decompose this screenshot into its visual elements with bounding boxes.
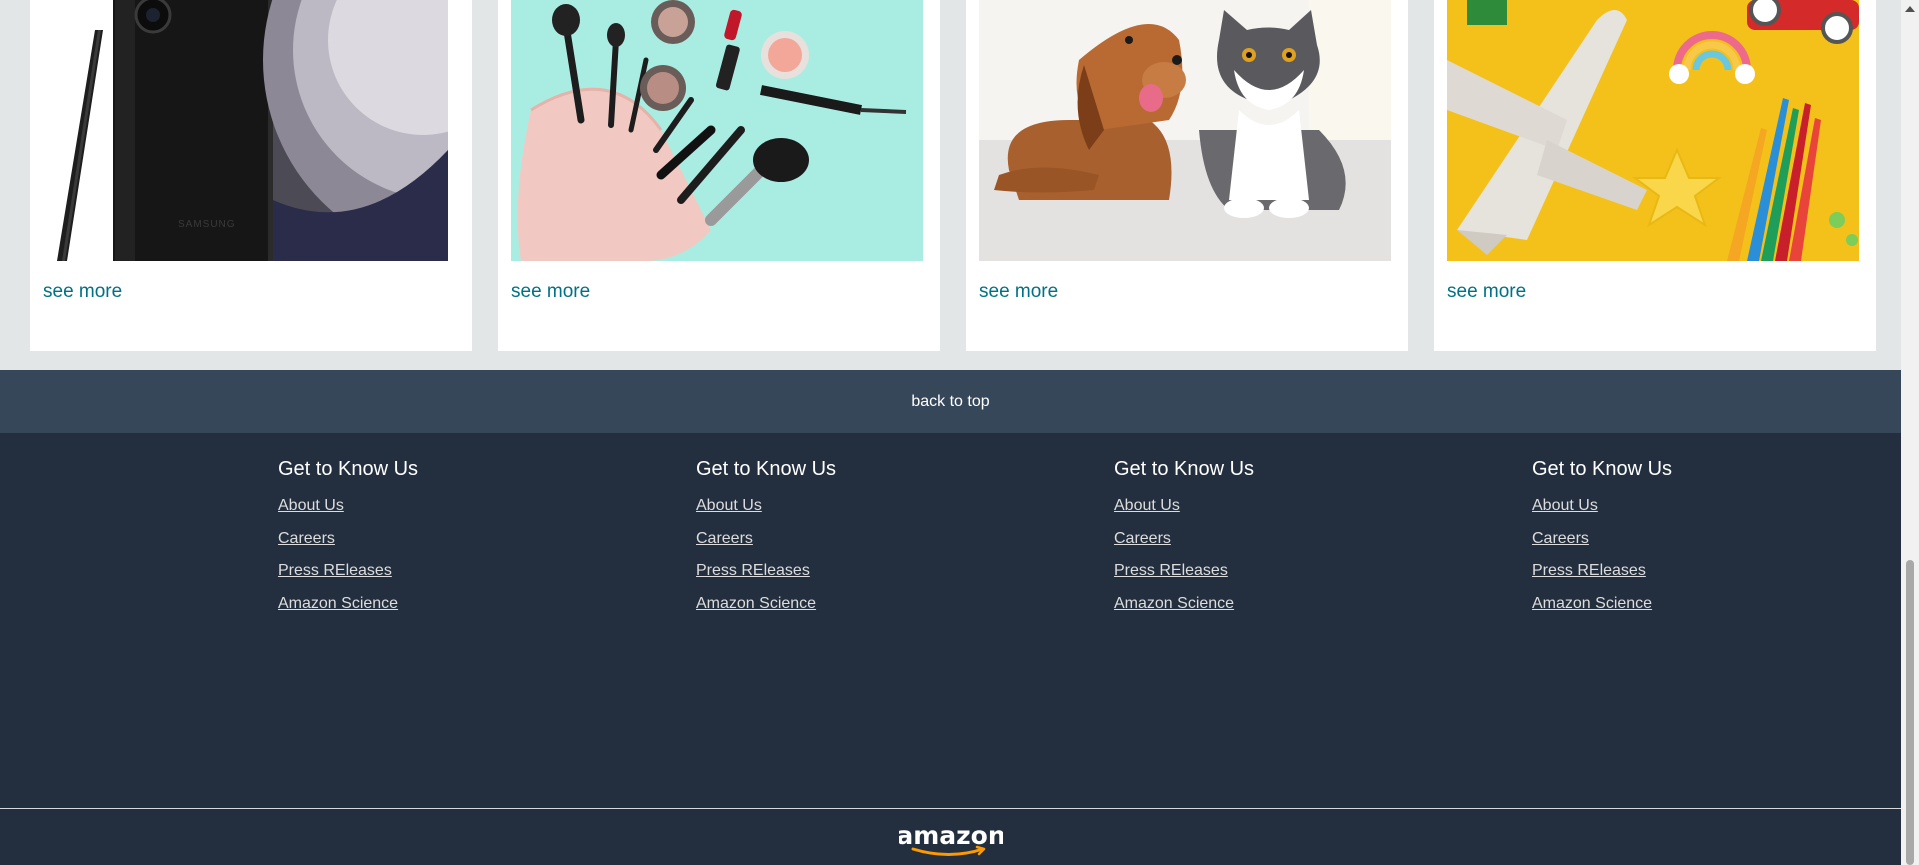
see-more-link[interactable]: see more [43, 281, 122, 303]
footer-link-amazon-science[interactable]: Amazon Science [1532, 588, 1832, 621]
footer-link-amazon-science[interactable]: Amazon Science [696, 588, 996, 621]
footer: Get to Know Us About Us Careers Press RE… [0, 433, 1901, 865]
toys-image [1447, 0, 1859, 261]
see-more-link[interactable]: see more [511, 281, 590, 303]
pets-image [979, 0, 1391, 261]
footer-link-careers[interactable]: Careers [1532, 523, 1832, 556]
footer-link-about-us[interactable]: About Us [278, 490, 578, 523]
product-image-makeup[interactable] [511, 0, 923, 261]
footer-column-heading: Get to Know Us [1532, 458, 1673, 480]
footer-link-press-releases[interactable]: Press REleases [278, 555, 578, 588]
phone-brand-text: SAMSUNG [178, 219, 236, 230]
page-viewport: SAMSUNG see more see more see more see m… [0, 0, 1901, 865]
footer-link-careers[interactable]: Careers [278, 523, 578, 556]
footer-link-careers[interactable]: Careers [1114, 523, 1414, 556]
footer-link-press-releases[interactable]: Press REleases [696, 555, 996, 588]
footer-link-amazon-science[interactable]: Amazon Science [1114, 588, 1414, 621]
footer-column-heading: Get to Know Us [278, 458, 419, 480]
scrollbar-thumb[interactable] [1906, 560, 1914, 865]
product-image-phone[interactable]: SAMSUNG [43, 0, 455, 261]
makeup-image [511, 0, 923, 261]
footer-column: Get to Know Us About Us Careers Press RE… [278, 458, 578, 620]
footer-divider [0, 808, 1901, 809]
vertical-scrollbar[interactable] [1901, 0, 1919, 865]
amazon-logo-text: amazon [899, 821, 1003, 850]
footer-column: Get to Know Us About Us Careers Press RE… [1532, 458, 1832, 620]
footer-link-about-us[interactable]: About Us [1114, 490, 1414, 523]
product-card-pets: see more [966, 0, 1408, 351]
amazon-logo-icon: amazon [896, 821, 1006, 856]
footer-link-careers[interactable]: Careers [696, 523, 996, 556]
footer-link-press-releases[interactable]: Press REleases [1114, 555, 1414, 588]
see-more-link[interactable]: see more [979, 281, 1058, 303]
footer-link-about-us[interactable]: About Us [1532, 490, 1832, 523]
amazon-logo[interactable]: amazon [896, 820, 1006, 858]
product-image-toys[interactable] [1447, 0, 1859, 261]
footer-column: Get to Know Us About Us Careers Press RE… [1114, 458, 1414, 620]
product-card-toys: see more [1434, 0, 1876, 351]
product-card-phone: SAMSUNG see more [30, 0, 472, 351]
footer-link-about-us[interactable]: About Us [696, 490, 996, 523]
footer-column-heading: Get to Know Us [1114, 458, 1255, 480]
product-image-pets[interactable] [979, 0, 1391, 261]
phone-image: SAMSUNG [43, 0, 455, 261]
footer-link-press-releases[interactable]: Press REleases [1532, 555, 1832, 588]
product-card-makeup: see more [498, 0, 940, 351]
footer-column: Get to Know Us About Us Careers Press RE… [696, 458, 996, 620]
scroll-up-arrow-icon[interactable] [1901, 0, 1919, 17]
footer-link-amazon-science[interactable]: Amazon Science [278, 588, 578, 621]
back-to-top-button[interactable]: back to top [0, 370, 1901, 433]
see-more-link[interactable]: see more [1447, 281, 1526, 303]
footer-column-heading: Get to Know Us [696, 458, 837, 480]
